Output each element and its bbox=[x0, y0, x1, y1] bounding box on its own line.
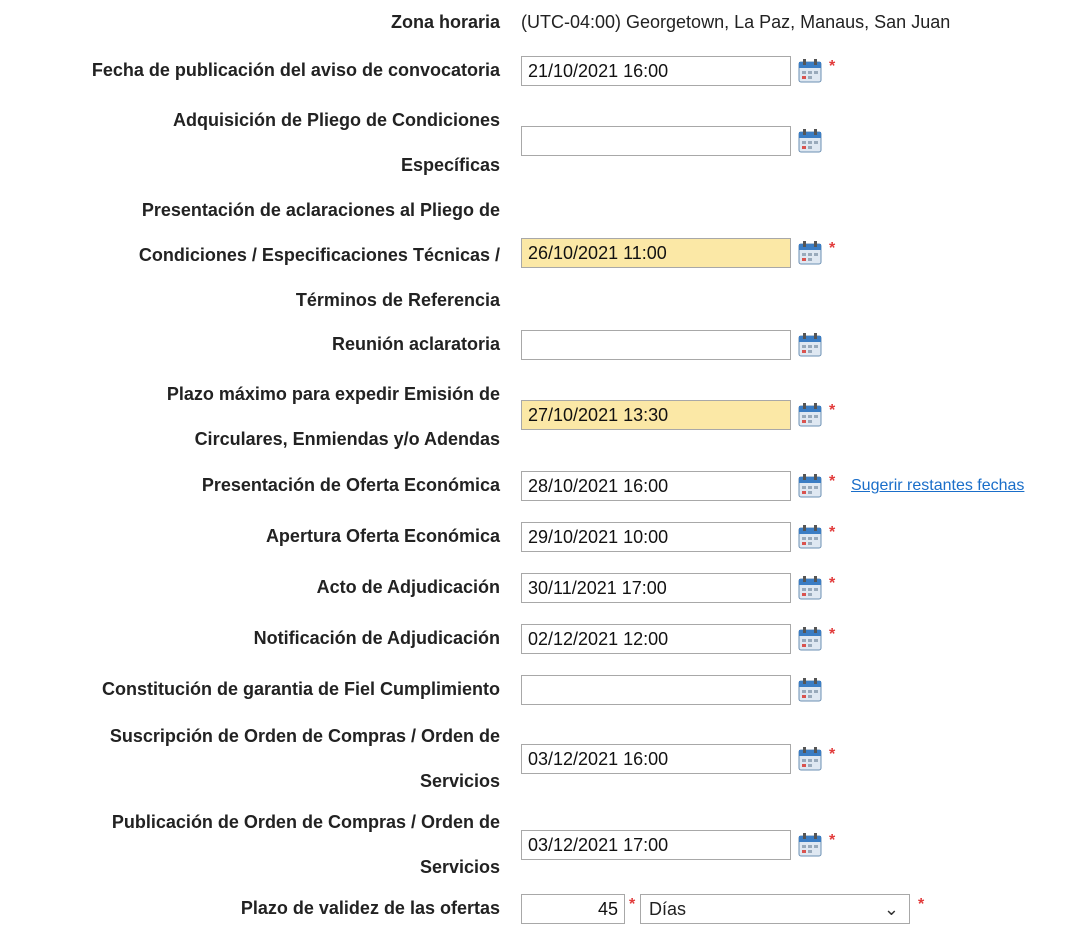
validity-unit-select[interactable]: Días ⌄ bbox=[640, 894, 910, 924]
clarifications-input[interactable] bbox=[521, 238, 791, 268]
specs-acquisition-input[interactable] bbox=[521, 126, 791, 156]
calendar-icon[interactable] bbox=[797, 58, 823, 84]
required-marker: * bbox=[829, 473, 836, 490]
field-label: Fecha de publicación del aviso de convoc… bbox=[91, 60, 500, 80]
calendar-icon[interactable] bbox=[797, 677, 823, 703]
calendar-icon[interactable] bbox=[797, 626, 823, 652]
offer-opening-input[interactable] bbox=[521, 522, 791, 552]
required-marker: * bbox=[918, 896, 925, 913]
required-marker: * bbox=[829, 524, 836, 541]
field-label: Constitución de garantia de Fiel Cumplim… bbox=[101, 679, 500, 699]
order-publication-input[interactable] bbox=[521, 830, 791, 860]
addenda-deadline-input[interactable] bbox=[521, 400, 791, 430]
field-label: Acto de Adjudicación bbox=[316, 577, 500, 597]
publication-date-input[interactable] bbox=[521, 56, 791, 86]
field-label: Presentación de aclaraciones al Pliego d… bbox=[138, 200, 500, 310]
field-label: Apertura Oferta Económica bbox=[265, 526, 500, 546]
calendar-icon[interactable] bbox=[797, 332, 823, 358]
required-marker: * bbox=[829, 575, 836, 592]
performance-guarantee-input[interactable] bbox=[521, 675, 791, 705]
economic-offer-input[interactable] bbox=[521, 471, 791, 501]
chevron-down-icon: ⌄ bbox=[883, 899, 899, 919]
required-marker: * bbox=[829, 240, 836, 257]
calendar-icon[interactable] bbox=[797, 575, 823, 601]
timezone-value: (UTC-04:00) Georgetown, La Paz, Manaus, … bbox=[521, 12, 951, 32]
timezone-label: Zona horaria bbox=[390, 12, 500, 32]
required-marker: * bbox=[829, 58, 836, 75]
calendar-icon[interactable] bbox=[797, 832, 823, 858]
validity-label: Plazo de validez de las ofertas bbox=[240, 898, 500, 918]
field-label: Adquisición de Pliego de Condiciones Espe… bbox=[172, 110, 500, 175]
required-marker: * bbox=[829, 746, 836, 763]
required-marker: * bbox=[829, 832, 836, 849]
suggest-dates-link[interactable]: Sugerir restantes fechas bbox=[851, 477, 1024, 495]
field-label: Notificación de Adjudicación bbox=[253, 628, 500, 648]
calendar-icon[interactable] bbox=[797, 402, 823, 428]
field-label: Suscripción de Orden de Compras / Orden … bbox=[109, 726, 500, 791]
required-marker: * bbox=[629, 896, 636, 913]
calendar-icon[interactable] bbox=[797, 473, 823, 499]
calendar-icon[interactable] bbox=[797, 746, 823, 772]
calendar-icon[interactable] bbox=[797, 524, 823, 550]
required-marker: * bbox=[829, 626, 836, 643]
order-subscription-input[interactable] bbox=[521, 744, 791, 774]
field-label: Plazo máximo para expedir Emisión de Circ… bbox=[166, 384, 500, 449]
calendar-icon[interactable] bbox=[797, 128, 823, 154]
validity-days-input[interactable] bbox=[521, 894, 625, 924]
field-label: Reunión aclaratoria bbox=[331, 334, 500, 354]
validity-unit-value: Días bbox=[649, 899, 687, 919]
award-act-input[interactable] bbox=[521, 573, 791, 603]
clarification-meeting-input[interactable] bbox=[521, 330, 791, 360]
required-marker: * bbox=[829, 402, 836, 419]
field-label: Presentación de Oferta Económica bbox=[201, 475, 500, 495]
field-label: Publicación de Orden de Compras / Orden … bbox=[111, 812, 500, 877]
award-notification-input[interactable] bbox=[521, 624, 791, 654]
calendar-icon[interactable] bbox=[797, 240, 823, 266]
